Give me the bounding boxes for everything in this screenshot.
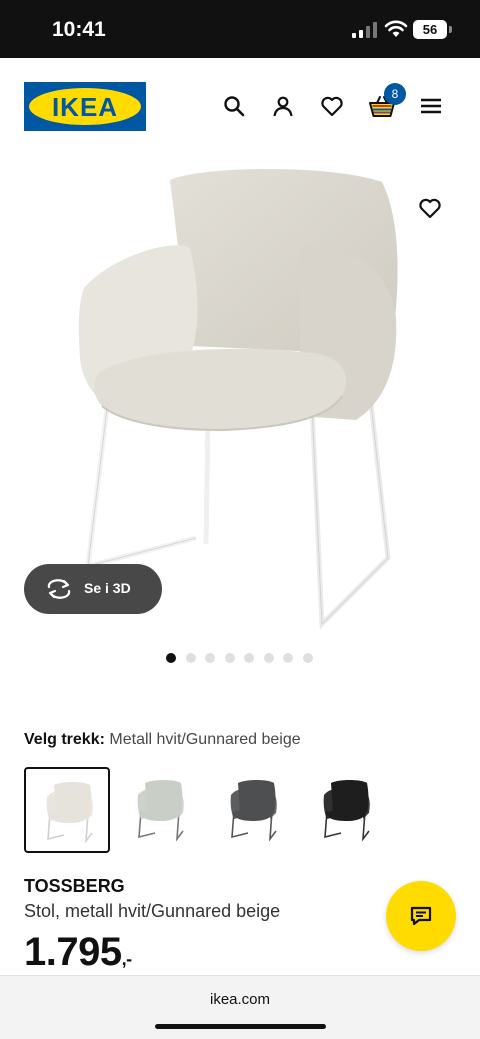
variant-chair-image xyxy=(137,780,184,842)
carousel-dot[interactable] xyxy=(205,653,215,663)
home-indicator xyxy=(155,1024,326,1029)
carousel-dot[interactable] xyxy=(224,653,235,663)
variant-chair-image xyxy=(46,782,93,844)
status-bar: 10:41 56 xyxy=(0,0,480,58)
logo-text: IKEA xyxy=(51,92,119,122)
wifi-icon xyxy=(384,20,408,37)
variant-thumbnail[interactable] xyxy=(210,767,296,853)
cart-count-badge: 8 xyxy=(384,83,406,105)
favourites-icon[interactable] xyxy=(320,94,344,118)
ikea-logo[interactable]: IKEA xyxy=(24,82,146,131)
carousel-dot[interactable] xyxy=(283,653,293,663)
chat-button[interactable] xyxy=(386,881,456,951)
product-price: 1.795,- xyxy=(24,930,132,975)
add-to-favourites-icon[interactable] xyxy=(418,196,442,220)
product-image-gallery[interactable]: Se i 3D xyxy=(0,158,480,638)
variant-selection-label: Velg trekk: Metall hvit/Gunnared beige xyxy=(24,731,301,749)
carousel-dot[interactable] xyxy=(244,653,254,663)
view-in-3d-label: Se i 3D xyxy=(84,580,131,596)
carousel-dot[interactable] xyxy=(166,653,176,663)
variant-thumbnail[interactable] xyxy=(303,767,389,853)
account-icon[interactable] xyxy=(271,94,295,118)
variant-chair-image xyxy=(230,780,277,842)
site-header: IKEA 8 xyxy=(0,58,480,158)
carousel-dot[interactable] xyxy=(263,653,274,663)
variant-picker xyxy=(24,767,456,855)
browser-url[interactable]: ikea.com xyxy=(0,991,480,1008)
carousel-dot[interactable] xyxy=(302,653,313,663)
battery-tip xyxy=(449,26,452,33)
selected-variant-value: Metall hvit/Gunnared beige xyxy=(109,731,301,748)
select-cover-label: Velg trekk: xyxy=(24,731,105,748)
rotate-3d-icon xyxy=(47,579,71,599)
variant-thumbnail[interactable] xyxy=(24,767,110,853)
product-description: Stol, metall hvit/Gunnared beige xyxy=(24,901,281,921)
product-name: TOSSBERG xyxy=(24,876,125,896)
browser-address-bar[interactable]: ikea.com xyxy=(0,975,480,1039)
battery-icon: 56 xyxy=(413,20,447,39)
chat-icon xyxy=(410,906,432,926)
view-in-3d-button[interactable]: Se i 3D xyxy=(24,564,162,614)
search-icon[interactable] xyxy=(222,94,246,118)
price-value: 1.795 xyxy=(24,930,122,974)
cellular-signal-icon xyxy=(352,22,377,38)
price-suffix: ,- xyxy=(121,949,133,969)
status-time: 10:41 xyxy=(52,18,106,41)
variant-thumbnail[interactable] xyxy=(117,767,203,853)
variant-chair-image xyxy=(323,780,370,842)
menu-icon[interactable] xyxy=(419,94,443,118)
carousel-dot[interactable] xyxy=(185,653,196,663)
